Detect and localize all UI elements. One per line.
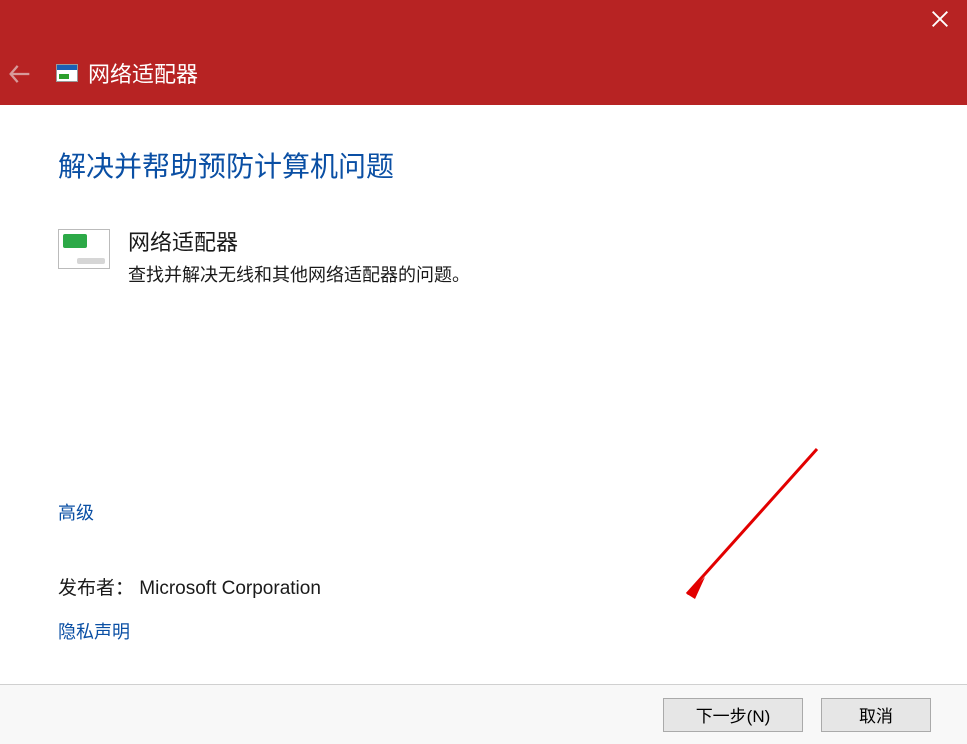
app-icon xyxy=(56,64,78,82)
footer-bar: 下一步(N) 取消 xyxy=(0,684,967,744)
item-description: 查找并解决无线和其他网络适配器的问题。 xyxy=(128,261,470,287)
network-adapter-icon xyxy=(58,229,110,269)
header-title: 网络适配器 xyxy=(88,57,198,89)
main-heading: 解决并帮助预防计算机问题 xyxy=(58,145,909,185)
advanced-link[interactable]: 高级 xyxy=(58,499,94,525)
item-title: 网络适配器 xyxy=(128,225,470,257)
back-button[interactable] xyxy=(6,60,34,93)
close-icon xyxy=(929,8,951,30)
next-button[interactable]: 下一步(N) xyxy=(663,698,803,732)
back-arrow-icon xyxy=(6,60,34,88)
content-area: 解决并帮助预防计算机问题 网络适配器 查找并解决无线和其他网络适配器的问题。 高… xyxy=(0,105,967,684)
close-button[interactable] xyxy=(929,8,951,35)
troubleshooter-item: 网络适配器 查找并解决无线和其他网络适配器的问题。 xyxy=(58,225,909,287)
publisher-label: 发布者： Microsoft Corporation xyxy=(58,573,321,600)
header-bar: 网络适配器 xyxy=(0,0,967,105)
privacy-link[interactable]: 隐私声明 xyxy=(58,618,321,644)
cancel-button[interactable]: 取消 xyxy=(821,698,931,732)
annotation-arrow xyxy=(657,439,837,624)
